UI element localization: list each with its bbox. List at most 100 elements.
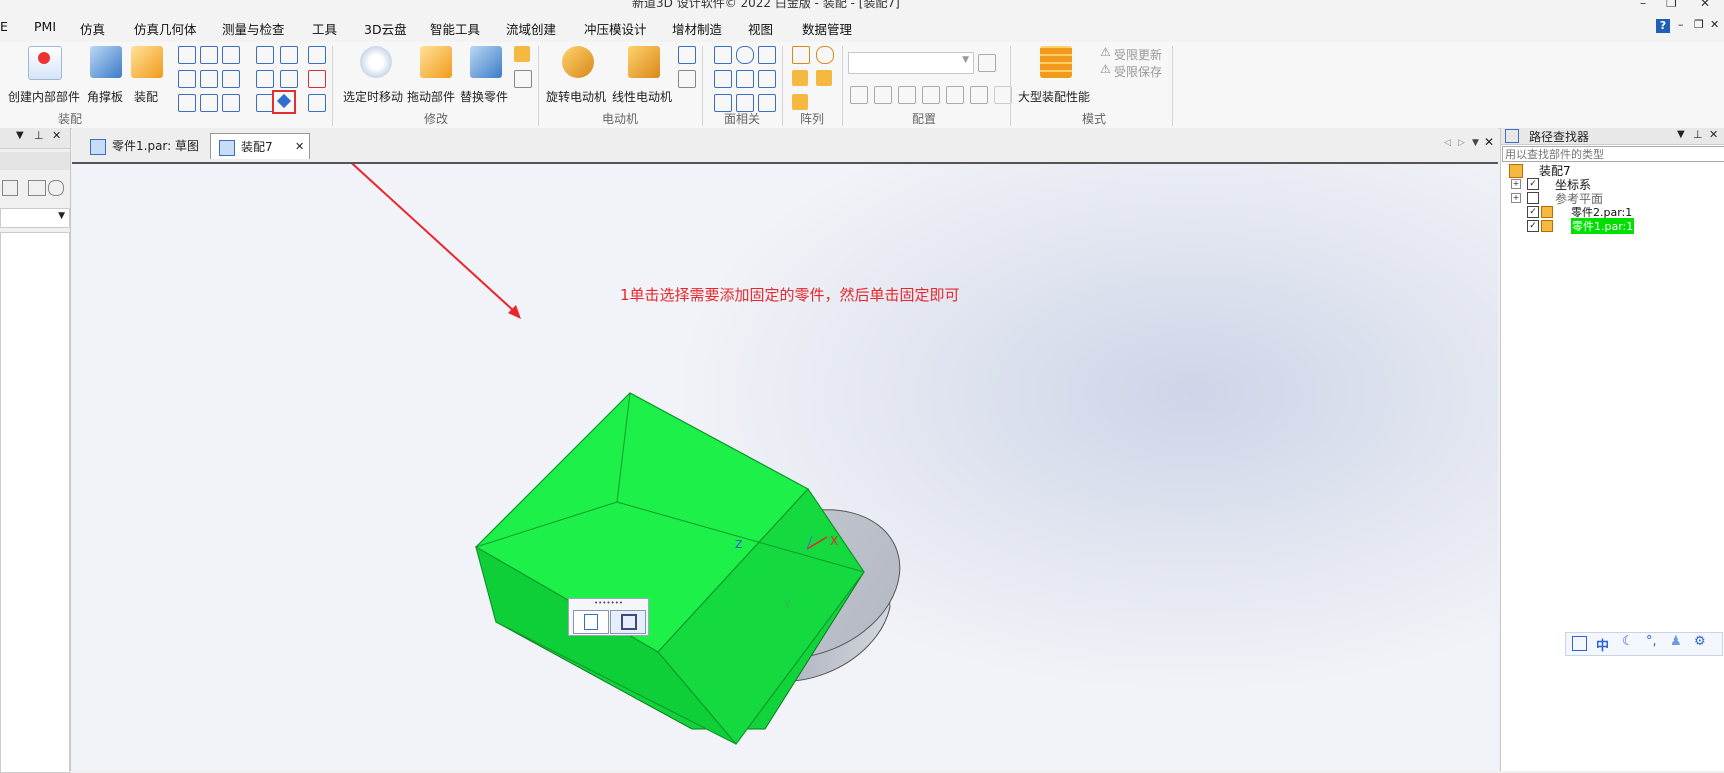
punctuation-icon[interactable]: °, xyxy=(1646,634,1657,649)
relation-connect-icon[interactable] xyxy=(178,70,196,88)
box-part-selected[interactable] xyxy=(475,392,865,745)
relation-options-icon[interactable] xyxy=(308,94,326,112)
restore-button[interactable]: ❐ xyxy=(1666,0,1677,10)
relation-distance-icon[interactable] xyxy=(280,46,298,64)
close-window-button[interactable]: ✕ xyxy=(1700,0,1710,10)
config-camera-icon[interactable] xyxy=(946,86,964,104)
pattern-along-curve-icon[interactable] xyxy=(816,70,832,86)
user-icon[interactable]: ♟ xyxy=(1670,634,1682,649)
modify-extra-icon[interactable] xyxy=(514,46,530,62)
create-internal-part-button[interactable]: 创建内部部件 xyxy=(8,88,80,105)
limited-save-button[interactable]: 受限保存 xyxy=(1114,63,1162,80)
config-tool4-icon[interactable] xyxy=(922,86,940,104)
ime-language-button[interactable]: 中 xyxy=(1596,635,1609,654)
doc-close-button[interactable]: ✕ xyxy=(1710,18,1719,31)
assemble-icon[interactable] xyxy=(131,46,163,78)
corner-plate-icon[interactable] xyxy=(90,46,122,78)
menu-item-measure-inspect[interactable]: 测量与检查 xyxy=(222,19,285,38)
face-pattern-icon[interactable] xyxy=(758,46,776,64)
options-icon[interactable] xyxy=(28,180,46,196)
pin-icon[interactable]: ⊥ xyxy=(34,129,44,142)
face-round-icon[interactable] xyxy=(736,46,754,64)
pattern-duplicate-icon[interactable] xyxy=(792,94,808,110)
help-button[interactable]: ? xyxy=(1656,19,1670,33)
tab-assembly7[interactable]: 装配7 ✕ xyxy=(210,133,310,159)
menu-item-flow-domain[interactable]: 流域创建 xyxy=(506,19,556,38)
menu-item-tools[interactable]: 工具 xyxy=(312,19,337,38)
relation-mate-icon[interactable] xyxy=(178,46,196,64)
face-rotate-icon[interactable] xyxy=(736,70,754,88)
expand-icon[interactable]: + xyxy=(1511,179,1521,189)
menu-item-e[interactable]: E xyxy=(0,19,8,34)
relation-angle-icon[interactable] xyxy=(308,70,326,88)
relation-planar-align-icon[interactable] xyxy=(200,46,218,64)
moon-icon[interactable]: ☾ xyxy=(1622,634,1634,649)
dropdown-icon[interactable]: ▼ xyxy=(1677,129,1685,140)
linear-motor-icon[interactable] xyxy=(628,46,660,78)
modify-extra2-icon[interactable] xyxy=(514,70,532,88)
move-selected-icon[interactable] xyxy=(360,46,392,78)
relation-parallel-icon[interactable] xyxy=(256,46,274,64)
checkbox-part1[interactable]: ✓ xyxy=(1527,220,1539,232)
face-symmetric-icon[interactable] xyxy=(758,94,776,112)
corner-plate-button[interactable]: 角撑板 xyxy=(87,88,123,105)
menu-item-data-management[interactable]: 数据管理 xyxy=(802,19,852,38)
tab-part1-sketch[interactable]: 零件1.par: 草图 xyxy=(82,133,208,159)
relation-path-icon[interactable] xyxy=(280,70,298,88)
configuration-select[interactable]: ▼ xyxy=(848,52,974,74)
pattern-mirror-icon[interactable] xyxy=(792,70,808,86)
rotary-motor-icon[interactable] xyxy=(562,46,594,78)
drag-part-button[interactable]: 拖动部件 xyxy=(407,88,455,105)
doc-minimize-button[interactable]: – xyxy=(1678,18,1684,31)
checkbox-part2[interactable]: ✓ xyxy=(1527,206,1539,218)
relation-match-cs-icon[interactable] xyxy=(308,46,326,64)
menu-item-view[interactable]: 视图 xyxy=(748,19,773,38)
motor-xl-icon[interactable] xyxy=(678,46,696,64)
relation-axial-align-icon[interactable] xyxy=(222,46,240,64)
left-panel-select[interactable]: ▼ xyxy=(0,208,70,228)
relation-rigid-set-icon[interactable] xyxy=(200,94,218,112)
face-offset-icon[interactable] xyxy=(714,46,732,64)
large-assembly-button[interactable]: 大型装配性能 xyxy=(1018,88,1090,105)
graphics-viewport[interactable]: 1单击选择需要添加固定的零件，然后单击固定即可 X Z Y ••••••• xyxy=(72,164,1498,771)
face-move-icon[interactable] xyxy=(758,70,776,88)
close-icon[interactable]: ✕ xyxy=(52,129,61,142)
large-assembly-icon[interactable] xyxy=(1040,46,1072,78)
config-tool6-icon[interactable] xyxy=(970,86,988,104)
relation-cam-icon[interactable] xyxy=(222,70,240,88)
close-icon[interactable]: ✕ xyxy=(1709,128,1718,141)
checkbox-reference-planes[interactable] xyxy=(1527,192,1539,204)
rotary-motor-button[interactable]: 旋转电动机 xyxy=(546,88,606,105)
menu-item-3d-cloud[interactable]: 3D云盘 xyxy=(364,19,407,38)
filter-icon[interactable] xyxy=(2,180,18,196)
menu-item-smart-tools[interactable]: 智能工具 xyxy=(430,19,480,38)
menu-item-stamping-die[interactable]: 冲压模设计 xyxy=(584,19,647,38)
replace-part-icon[interactable] xyxy=(470,46,502,78)
config-tool2-icon[interactable] xyxy=(874,86,892,104)
close-tab-icon[interactable]: ✕ xyxy=(295,134,304,160)
face-parallel-icon[interactable] xyxy=(714,70,732,88)
relation-center-plane-icon[interactable] xyxy=(178,94,196,112)
tab-list-icon[interactable]: ▼ xyxy=(1472,138,1479,148)
pathfinder-search-input[interactable] xyxy=(1502,146,1724,162)
dropdown-icon[interactable]: ▼ xyxy=(16,130,24,141)
pin-icon[interactable]: ⊥ xyxy=(1693,128,1703,141)
linear-motor-button[interactable]: 线性电动机 xyxy=(612,88,672,105)
fix-relation-button[interactable] xyxy=(272,90,296,114)
relation-tangent-icon[interactable] xyxy=(200,70,218,88)
move-selected-button[interactable]: 选定时移动 xyxy=(343,88,403,105)
minimize-button[interactable]: – xyxy=(1640,0,1646,10)
config-save-icon[interactable] xyxy=(978,54,996,72)
ime-toggle-icon[interactable] xyxy=(1572,636,1587,651)
menu-item-simulation[interactable]: 仿真 xyxy=(80,19,105,38)
search-icon[interactable] xyxy=(48,180,64,196)
mini-toolbar-fix-button[interactable] xyxy=(610,610,646,634)
scroll-left-icon[interactable]: ◁ xyxy=(1444,138,1451,148)
replace-part-button[interactable]: 替换零件 xyxy=(460,88,508,105)
config-tool1-icon[interactable] xyxy=(850,86,868,104)
tree-item-part1-selected[interactable]: 零件1.par:1 xyxy=(1571,218,1635,234)
drag-part-icon[interactable] xyxy=(420,46,452,78)
create-internal-part-icon[interactable] xyxy=(28,46,62,80)
scroll-right-icon[interactable]: ▷ xyxy=(1458,138,1465,148)
pattern-circular-icon[interactable] xyxy=(816,46,834,64)
